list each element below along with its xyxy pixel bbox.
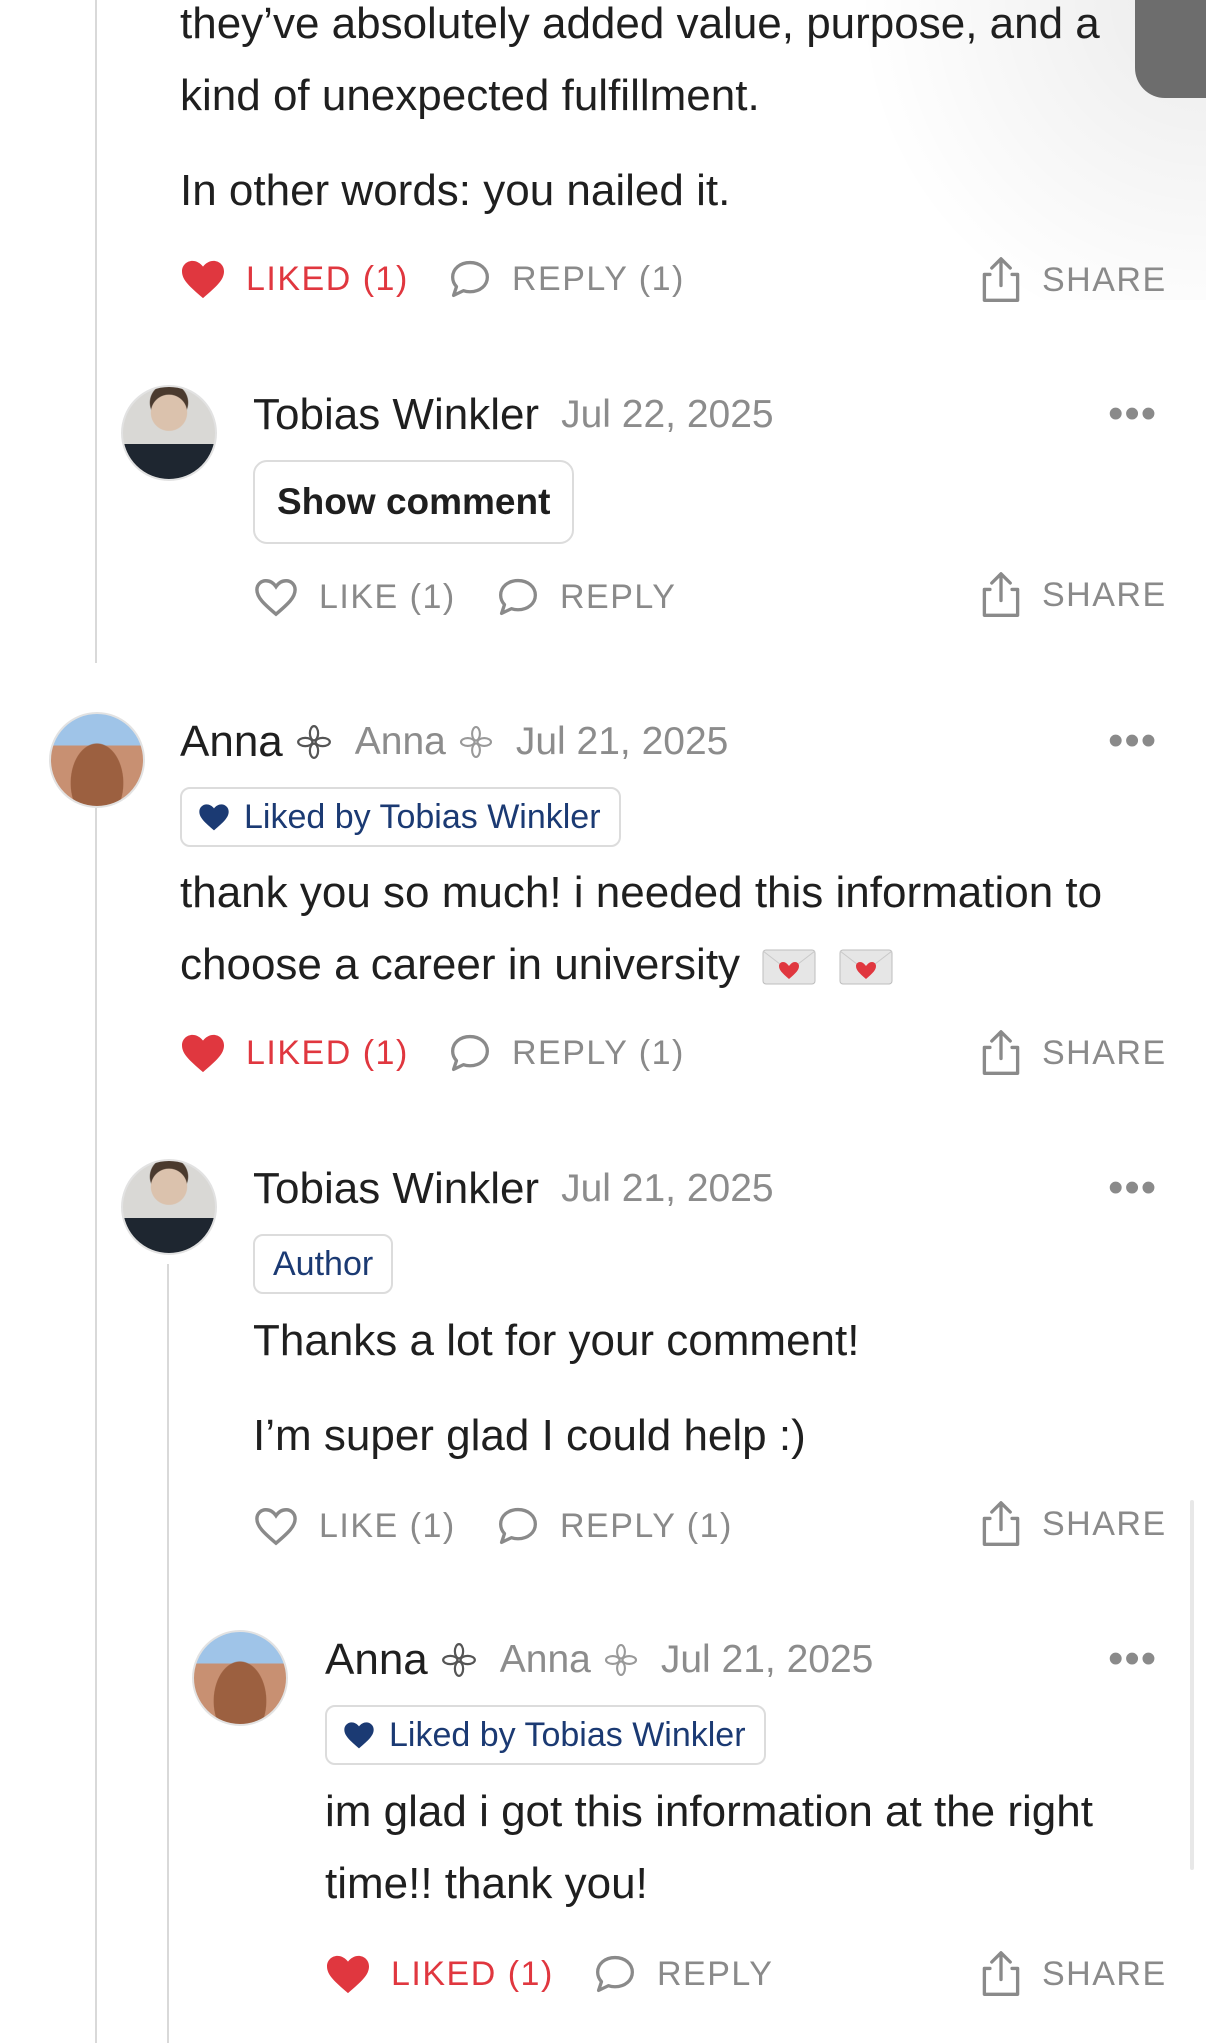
more-icon[interactable]: ••• [1108, 1637, 1157, 1681]
comment-text-line: kind of unexpected fulfillment. [180, 71, 760, 120]
like-button[interactable]: LIKE (1) [253, 576, 456, 618]
comment-text-line: im glad i got this information at the ri… [325, 1787, 1093, 1836]
author-handle[interactable]: Anna [355, 720, 446, 764]
share-label: SHARE [1042, 1033, 1167, 1072]
love-letter-icon [762, 949, 816, 985]
heart-icon [344, 1722, 374, 1749]
flower-badge-icon [459, 725, 492, 759]
comment-text-line: thank you so much! i needed this informa… [180, 868, 1103, 917]
more-icon[interactable]: ••• [1108, 1166, 1157, 1210]
comment-meta: Tobias Winkler Jul 22, 2025 [253, 390, 796, 440]
share-button[interactable]: SHARE [980, 571, 1167, 619]
thread-line [95, 808, 97, 2043]
share-button[interactable]: SHARE [980, 1029, 1167, 1077]
thread-line [167, 1264, 169, 2043]
love-letter-icon [839, 949, 893, 985]
author-name[interactable]: Anna [180, 717, 283, 767]
author-badge: Author [253, 1234, 394, 1294]
more-icon[interactable]: ••• [1108, 719, 1157, 763]
author-name[interactable]: Anna [325, 1635, 428, 1685]
reply-button[interactable]: REPLY (1) [448, 258, 685, 300]
share-button[interactable]: SHARE [980, 256, 1167, 304]
reply-button[interactable]: REPLY [593, 1953, 773, 1995]
comment-text-line: I’m super glad I could help :) [253, 1411, 806, 1460]
avatar[interactable] [49, 712, 145, 808]
flower-badge-icon [441, 1643, 476, 1677]
liked-by-label: Liked by Tobias Winkler [244, 797, 601, 836]
comment-bubble-icon [596, 1955, 634, 1993]
reply-label: REPLY (1) [560, 1506, 733, 1545]
liked-button[interactable]: LIKED (1) [180, 258, 409, 300]
comment-meta: Tobias Winkler Jul 21, 2025 [253, 1164, 796, 1214]
author-handle[interactable]: Anna [500, 1638, 591, 1682]
comment-bubble-icon [499, 578, 537, 616]
share-icon [982, 1951, 1020, 1996]
reply-label: REPLY [657, 1954, 774, 1993]
like-label: LIKE (1) [319, 577, 456, 616]
scrollbar[interactable] [1190, 1500, 1194, 1870]
share-icon [982, 572, 1020, 617]
share-label: SHARE [1042, 1954, 1167, 1993]
reply-label: REPLY (1) [512, 259, 685, 298]
author-name[interactable]: Tobias Winkler [253, 1164, 539, 1214]
heart-icon [327, 1955, 369, 1994]
reply-label: REPLY (1) [512, 1033, 685, 1072]
reply-button[interactable]: REPLY [496, 576, 676, 618]
heart-outline-icon [255, 1508, 297, 1546]
show-comment-button[interactable]: Show comment [253, 460, 575, 544]
comment-bubble-icon [499, 1507, 537, 1545]
comment-bubble-icon [451, 260, 489, 298]
avatar[interactable] [121, 1159, 217, 1255]
flower-badge-icon [296, 725, 331, 759]
liked-button[interactable]: LIKED (1) [180, 1032, 409, 1074]
liked-by-badge: Liked by Tobias Winkler [180, 787, 621, 847]
like-label: LIKED (1) [246, 259, 409, 298]
share-label: SHARE [1042, 260, 1167, 299]
like-label: LIKED (1) [246, 1033, 409, 1072]
avatar[interactable] [121, 385, 217, 481]
comment-text-line: they’ve absolutely added value, purpose,… [180, 0, 1100, 48]
heart-icon [199, 804, 229, 831]
share-button[interactable]: SHARE [980, 1500, 1167, 1548]
like-label: LIKE (1) [319, 1506, 456, 1545]
share-icon [982, 257, 1020, 302]
liked-button[interactable]: LIKED (1) [325, 1953, 554, 1995]
liked-by-badge: Liked by Tobias Winkler [325, 1705, 766, 1765]
liked-by-label: Liked by Tobias Winkler [389, 1715, 746, 1754]
reply-button[interactable]: REPLY (1) [448, 1032, 685, 1074]
heart-icon [182, 1034, 224, 1073]
thread-line [95, 0, 97, 663]
heart-outline-icon [255, 579, 297, 617]
comment-date[interactable]: Jul 21, 2025 [561, 1167, 774, 1211]
comment-date[interactable]: Jul 21, 2025 [516, 720, 729, 764]
comment-date[interactable]: Jul 21, 2025 [661, 1638, 874, 1682]
comment-meta: Anna Anna Jul 21, 2025 [180, 717, 750, 767]
more-icon[interactable]: ••• [1108, 392, 1157, 436]
reply-label: REPLY [560, 577, 677, 616]
author-name[interactable]: Tobias Winkler [253, 390, 539, 440]
share-icon [982, 1501, 1020, 1546]
share-icon [982, 1030, 1020, 1075]
comment-text-line: choose a career in university [180, 929, 893, 1001]
like-label: LIKED (1) [391, 1954, 554, 1993]
comment-text-line: Thanks a lot for your comment! [253, 1316, 860, 1365]
avatar[interactable] [192, 1630, 288, 1726]
reply-button[interactable]: REPLY (1) [496, 1505, 733, 1547]
comment-text: choose a career in university [180, 940, 741, 989]
like-button[interactable]: LIKE (1) [253, 1505, 456, 1547]
flower-badge-icon [604, 1643, 637, 1677]
heart-icon [182, 260, 224, 299]
floating-card-edge[interactable] [1135, 0, 1206, 98]
share-label: SHARE [1042, 575, 1167, 614]
comment-text-line: time!! thank you! [325, 1859, 648, 1908]
comment-meta: Anna Anna Jul 21, 2025 [325, 1635, 895, 1685]
comment-bubble-icon [451, 1034, 489, 1072]
share-button[interactable]: SHARE [980, 1950, 1167, 1998]
share-label: SHARE [1042, 1504, 1167, 1543]
comment-text-line: In other words: you nailed it. [180, 166, 731, 215]
comment-date[interactable]: Jul 22, 2025 [561, 393, 774, 437]
